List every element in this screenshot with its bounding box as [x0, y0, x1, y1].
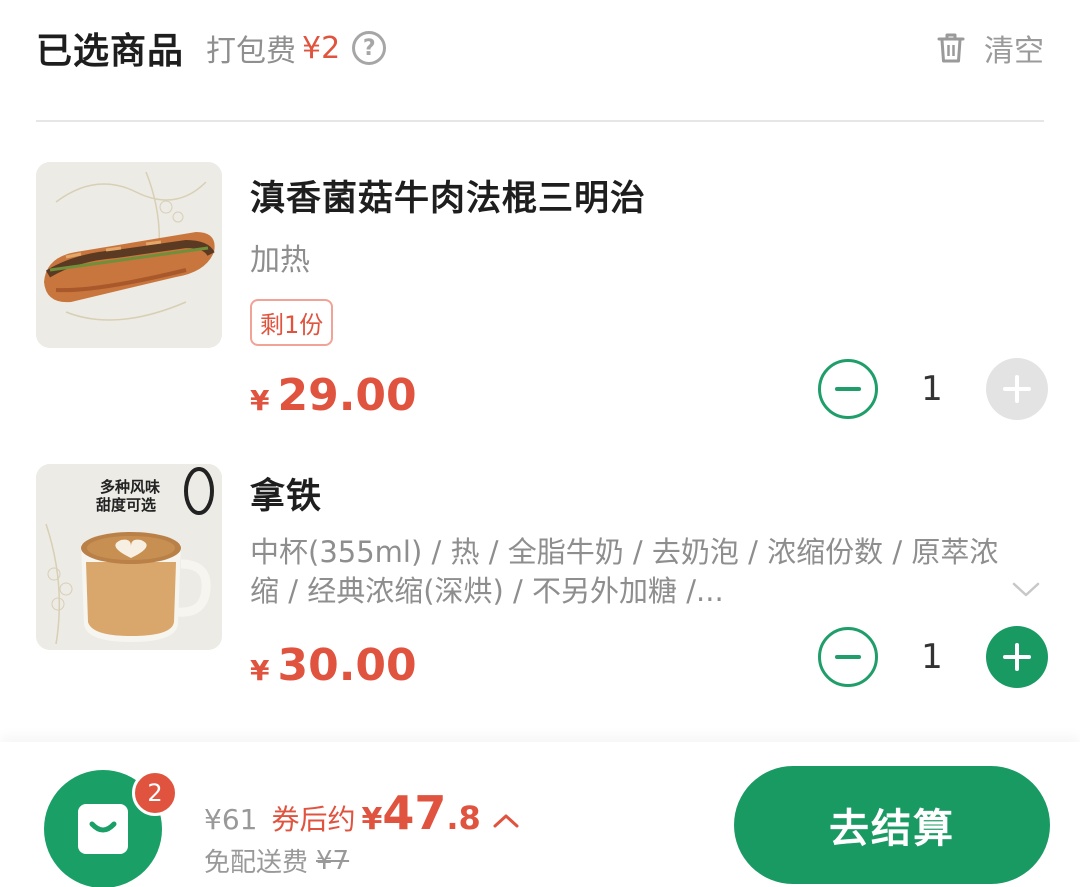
- delivery-fee-info: 免配送费 ¥7: [204, 842, 349, 879]
- stock-badge: 剩1份: [250, 299, 334, 346]
- original-total: ¥61: [204, 803, 258, 836]
- minus-icon[interactable]: [818, 627, 878, 687]
- item-spec: 中杯(355ml) / 热 / 全脂牛奶 / 去奶泡 / 浓缩份数 / 原萃浓缩…: [250, 535, 999, 608]
- plus-icon[interactable]: [986, 626, 1048, 688]
- total-currency: ¥: [361, 802, 383, 837]
- item-name: 拿铁: [250, 477, 323, 517]
- item-info: 拿铁 中杯(355ml) / 热 / 全脂牛奶 / 去奶泡 / 浓缩份数 / 原…: [250, 464, 1048, 611]
- item-price: ¥ 30.00: [250, 640, 417, 691]
- cart-count-badge: 2: [132, 770, 178, 816]
- delivery-label: 免配送费: [204, 848, 309, 878]
- total-summary[interactable]: ¥61 券后约 ¥ 47 .8: [204, 786, 519, 840]
- promo-text-line2: 甜度可选: [96, 496, 157, 514]
- checkout-button[interactable]: 去结算: [734, 766, 1050, 884]
- after-coupon-label: 券后约: [271, 803, 356, 836]
- item-spec: 加热: [250, 243, 310, 278]
- packaging-fee-price: ¥2: [302, 30, 341, 66]
- cart-item: 滇香菌菇牛肉法棍三明治 加热 剩1份 ¥ 29.00 1: [36, 162, 1048, 422]
- latte-image[interactable]: 多种风味 甜度可选: [36, 464, 222, 650]
- item-price: ¥ 29.00: [250, 370, 417, 421]
- cart-header: 已选商品 打包费 ¥2 ? 清空: [36, 20, 1044, 76]
- quantity-stepper: 1: [818, 358, 1048, 420]
- chevron-down-icon[interactable]: [1012, 582, 1040, 598]
- page-title: 已选商品: [36, 31, 185, 72]
- sandwich-image[interactable]: [36, 162, 222, 348]
- currency-symbol: ¥: [250, 654, 270, 687]
- currency-symbol: ¥: [250, 384, 270, 417]
- header-divider: [36, 120, 1044, 122]
- price-value: 30.00: [277, 640, 417, 691]
- checkout-bar: 2 ¥61 券后约 ¥ 47 .8 免配送费 ¥7 去结算: [0, 742, 1080, 887]
- total-integer: 47: [382, 786, 447, 840]
- quantity-value: 1: [921, 637, 943, 677]
- shopping-bag-icon: [78, 804, 128, 854]
- quantity-value: 1: [921, 369, 943, 409]
- packaging-fee-label: 打包费: [206, 34, 297, 69]
- minus-icon[interactable]: [818, 359, 878, 419]
- cart-item: 多种风味 甜度可选 拿铁 中杯(355ml) / 热 / 全脂牛奶 / 去奶泡 …: [36, 464, 1048, 724]
- clear-label: 清空: [984, 34, 1044, 69]
- clear-cart-button[interactable]: 清空: [936, 20, 1044, 76]
- trash-icon: [937, 33, 965, 63]
- quantity-stepper: 1: [818, 626, 1048, 688]
- delivery-fee-original: ¥7: [316, 845, 350, 876]
- item-info: 滇香菌菇牛肉法棍三明治 加热 剩1份: [250, 162, 1048, 346]
- help-icon[interactable]: ?: [352, 31, 387, 65]
- price-value: 29.00: [277, 370, 417, 421]
- plus-icon[interactable]: [986, 358, 1048, 420]
- total-decimal: .8: [446, 799, 481, 837]
- caret-up-icon[interactable]: [493, 813, 519, 829]
- item-name: 滇香菌菇牛肉法棍三明治: [250, 179, 647, 219]
